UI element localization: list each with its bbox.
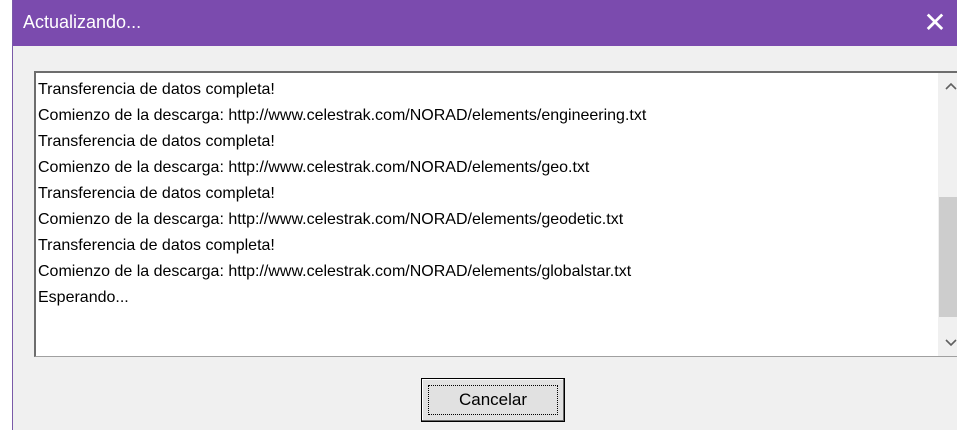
progress-dialog: Actualizando... ✕ Transferencia de datos…: [12, 0, 957, 430]
log-lines: Transferencia de datos completa! Comienz…: [38, 77, 936, 311]
log-line: Transferencia de datos completa!: [38, 185, 275, 202]
log-line: Comienzo de la descarga: http://www.cele…: [38, 159, 590, 176]
title-bar[interactable]: Actualizando... ✕: [13, 0, 957, 46]
close-button[interactable]: ✕: [913, 0, 957, 46]
background-edge: [0, 0, 12, 430]
log-line: Comienzo de la descarga: http://www.cele…: [38, 211, 624, 228]
focus-rectangle: [428, 385, 558, 415]
download-log[interactable]: Transferencia de datos completa! Comienz…: [34, 71, 957, 357]
chevron-down-icon: [945, 339, 957, 347]
log-line: Esperando...: [38, 289, 129, 306]
scroll-thumb[interactable]: [939, 197, 957, 317]
log-line: Comienzo de la descarga: http://www.cele…: [38, 263, 632, 280]
scroll-down-button[interactable]: [938, 330, 957, 356]
window-title: Actualizando...: [23, 12, 142, 32]
close-icon: ✕: [923, 7, 947, 38]
vertical-scrollbar[interactable]: [938, 73, 957, 356]
cancel-button[interactable]: Cancelar: [421, 378, 565, 422]
log-line: Comienzo de la descarga: http://www.cele…: [38, 107, 647, 124]
log-line: Transferencia de datos completa!: [38, 81, 275, 98]
scroll-up-button[interactable]: [938, 73, 957, 99]
log-line: Transferencia de datos completa!: [38, 237, 275, 254]
log-line: Transferencia de datos completa!: [38, 133, 275, 150]
chevron-up-icon: [945, 82, 957, 90]
